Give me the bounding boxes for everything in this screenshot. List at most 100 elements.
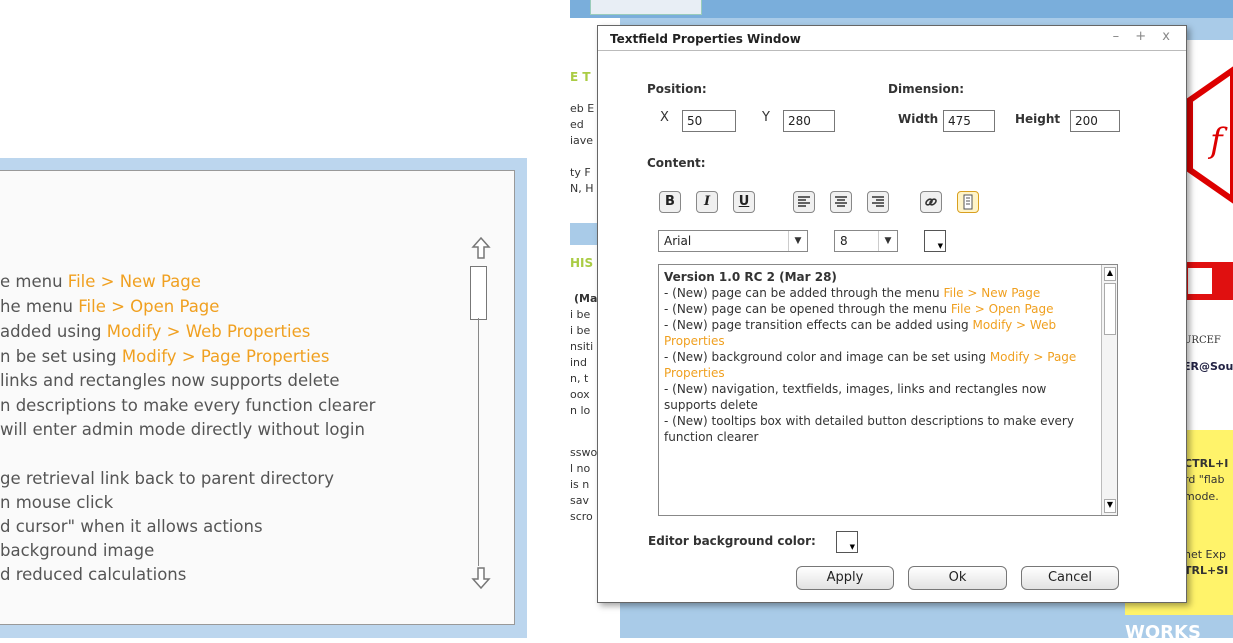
- zoom-scrollbar-track[interactable]: [478, 318, 479, 566]
- line-text: n be set using: [0, 347, 122, 366]
- menu-path-highlight: Modify > Page Properties: [121, 347, 330, 366]
- chevron-down-icon: ▼: [878, 231, 897, 251]
- chevron-down-icon: ▼: [788, 231, 807, 251]
- window-controls[interactable]: – + x: [1113, 29, 1176, 44]
- bg-fragment: oox: [570, 388, 590, 401]
- y-input[interactable]: 280: [783, 110, 835, 132]
- textfield-properties-dialog: Textfield Properties Window – + x Positi…: [597, 25, 1187, 603]
- height-label: Height: [1015, 112, 1061, 126]
- editor-bg-swatch[interactable]: ▼: [836, 531, 858, 553]
- bg-fragment: scro: [570, 510, 593, 523]
- bg-fragment: nsiti: [570, 340, 594, 353]
- zoom-frame-right: [515, 158, 527, 638]
- scroll-down-arrow-icon[interactable]: [470, 566, 492, 590]
- zoomed-text-line: e menu File > New Page: [0, 272, 201, 291]
- menu-path-highlight: File > Open Page: [78, 297, 220, 316]
- bg-fragment: (Ma: [574, 292, 598, 305]
- align-center-icon: [835, 196, 847, 207]
- align-left-button[interactable]: [793, 191, 815, 213]
- bg-fragment: ind: [570, 356, 588, 369]
- align-center-button[interactable]: [830, 191, 852, 213]
- font-size-value: 8: [840, 234, 848, 248]
- content-line-text: - (New) navigation, textfields, images, …: [664, 382, 1047, 412]
- dropdown-icon: ▼: [937, 242, 943, 250]
- bg-fragment: is n: [570, 478, 590, 491]
- bg-fragment: sswo: [570, 446, 598, 459]
- align-right-button[interactable]: [867, 191, 889, 213]
- content-line-text: - (New) background color and image can b…: [664, 350, 990, 364]
- content-line-text: - (New) page can be opened through the m…: [664, 302, 951, 316]
- font-family-select[interactable]: Arial ▼: [658, 230, 808, 252]
- position-label: Position:: [647, 82, 707, 96]
- width-label: Width: [898, 112, 939, 126]
- zoomed-text-line: n descriptions to make every function cl…: [0, 396, 375, 415]
- content-line: - (New) navigation, textfields, images, …: [664, 381, 1094, 413]
- editor-bg-label: Editor background color:: [648, 534, 816, 548]
- bg-fragment: eb E: [570, 102, 595, 115]
- line-text: n mouse click: [0, 493, 114, 512]
- cancel-button[interactable]: Cancel: [1021, 566, 1119, 590]
- dropdown-icon: ▼: [849, 543, 855, 551]
- zoomed-text-line: added using Modify > Web Properties: [0, 322, 310, 341]
- line-text: d cursor" when it allows actions: [0, 517, 263, 536]
- scroll-up-icon[interactable]: ▲: [1104, 267, 1116, 281]
- bg-fragment: ty F: [570, 166, 591, 179]
- zoom-scrollbar-thumb[interactable]: [470, 266, 487, 320]
- align-right-icon: [872, 196, 884, 207]
- ok-button[interactable]: Ok: [908, 566, 1007, 590]
- bg-fragment: rd "flab: [1184, 473, 1225, 486]
- line-text: e menu: [0, 272, 68, 291]
- bg-fragment: n, t: [570, 372, 589, 385]
- italic-button[interactable]: I: [696, 191, 718, 213]
- menu-path-highlight: File > New Page: [67, 272, 201, 291]
- bg-fragment: net Exp: [1184, 548, 1226, 561]
- content-textarea[interactable]: Version 1.0 RC 2 (Mar 28) - (New) page ca…: [658, 264, 1118, 516]
- zoomed-text-line: links and rectangles now supports delete: [0, 371, 340, 390]
- bg-fragment: i be: [570, 324, 591, 337]
- zoomed-text-line: n be set using Modify > Page Properties: [0, 347, 329, 366]
- width-input[interactable]: 475: [943, 110, 995, 132]
- line-text: he menu: [0, 297, 79, 316]
- flash-logo-icon: f: [1180, 60, 1233, 210]
- bg-fragment: mode.: [1184, 490, 1219, 503]
- y-label: Y: [762, 110, 770, 125]
- content-line: - (New) page can be added through the me…: [664, 285, 1094, 301]
- line-text: will enter admin mode directly without l…: [0, 420, 365, 439]
- bold-button[interactable]: B: [659, 191, 681, 213]
- content-line: - (New) page can be opened through the m…: [664, 301, 1094, 317]
- bg-fragment: ER@Sou: [1183, 360, 1233, 373]
- zoomed-text-line: ge retrieval link back to parent directo…: [0, 469, 334, 488]
- bg-fragment: CTRL+I: [1184, 457, 1229, 470]
- x-label: X: [660, 110, 669, 125]
- line-text: background image: [0, 541, 155, 560]
- bg-fragment: l no: [570, 462, 591, 475]
- content-scrollbar[interactable]: ▲ ▼: [1101, 265, 1117, 515]
- line-text: ge retrieval link back to parent directo…: [0, 469, 334, 488]
- zoomed-text-line: n mouse click: [0, 493, 113, 512]
- menu-path-highlight: Modify > Web Properties: [106, 322, 311, 341]
- font-family-value: Arial: [664, 234, 692, 248]
- font-size-select[interactable]: 8 ▼: [834, 230, 898, 252]
- align-left-icon: [798, 196, 810, 207]
- link-button[interactable]: [920, 191, 942, 213]
- content-line: - (New) background color and image can b…: [664, 349, 1094, 381]
- zoomed-text-line: background image: [0, 541, 154, 560]
- content-line-text: - (New) page can be added through the me…: [664, 286, 944, 300]
- list-icon: [963, 194, 973, 210]
- content-scroll-thumb[interactable]: [1104, 283, 1116, 335]
- bg-fragment: TRL+SI: [1184, 564, 1229, 577]
- bullet-list-button[interactable]: [957, 191, 979, 213]
- apply-button[interactable]: Apply: [796, 566, 894, 590]
- x-input[interactable]: 50: [682, 110, 736, 132]
- underline-button[interactable]: U: [733, 191, 755, 213]
- scroll-up-arrow-icon[interactable]: [470, 236, 492, 260]
- text-color-swatch[interactable]: ▼: [924, 230, 946, 252]
- bg-fragment: N, H: [570, 182, 594, 195]
- dimension-label: Dimension:: [888, 82, 965, 96]
- zoomed-content-panel: e menu File > New Page he menu File > Ope…: [0, 170, 515, 625]
- height-input[interactable]: 200: [1070, 110, 1120, 132]
- content-line: - (New) tooltips box with detailed butto…: [664, 413, 1094, 445]
- scroll-down-icon[interactable]: ▼: [1104, 499, 1116, 513]
- bg-fragment: WORKS: [1125, 622, 1201, 643]
- content-line-text: - (New) page transition effects can be a…: [664, 318, 973, 332]
